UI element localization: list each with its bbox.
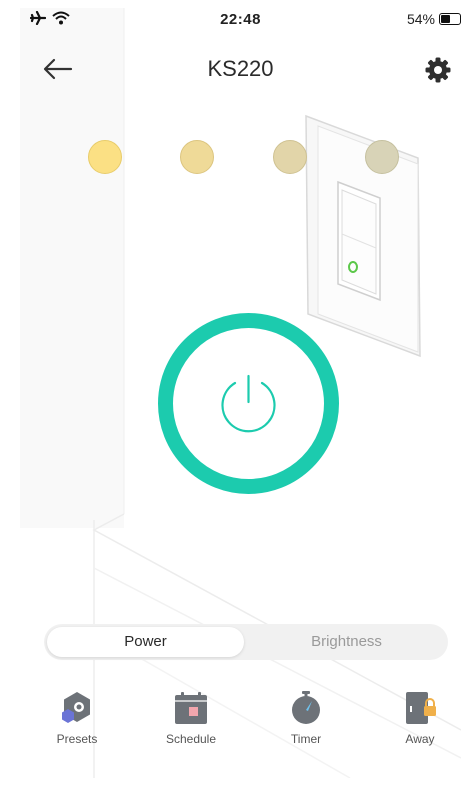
mode-toggle: Power Brightness [44,624,448,660]
nav-away-label: Away [405,732,435,746]
nav-away[interactable]: Away [375,690,461,750]
gear-icon [425,57,451,83]
nav-timer-label: Timer [290,732,322,746]
bottom-nav: Presets Schedule Timer Away [20,690,461,750]
nav-schedule-label: Schedule [165,732,217,746]
app-frame: 22:48 54% KS220 Power Brightness Presets… [0,0,461,790]
device-title: KS220 [207,56,274,81]
battery-icon [439,13,461,25]
status-icons-right: 54% [407,11,461,27]
brightness-preset-1[interactable] [88,140,122,174]
power-button[interactable] [157,312,340,495]
stopwatch-icon [292,691,320,724]
app-screen: 22:48 54% KS220 Power Brightness Presets… [20,8,461,778]
battery-percent: 54% [406,11,435,27]
status-bar: 22:48 54% [20,8,461,32]
nav-presets[interactable]: Presets [32,690,122,750]
away-door-lock-icon [406,692,436,724]
brightness-preset-2[interactable] [180,140,214,174]
power-ring [158,313,339,494]
settings-button[interactable] [424,56,452,84]
screen-edge-bottom [0,778,461,790]
tab-brightness[interactable]: Brightness [248,627,445,657]
status-time: 22:48 [220,11,261,28]
screen-edge-left [0,0,20,790]
brightness-preset-3[interactable] [273,140,307,174]
nav-presets-label: Presets [56,732,98,746]
nav-timer[interactable]: Timer [261,690,351,750]
calendar-icon [175,692,207,724]
tab-power[interactable]: Power [47,627,244,657]
nav-schedule[interactable]: Schedule [146,690,236,750]
brightness-preset-4[interactable] [365,140,399,174]
presets-icon [62,692,90,723]
battery-fill [441,15,450,23]
